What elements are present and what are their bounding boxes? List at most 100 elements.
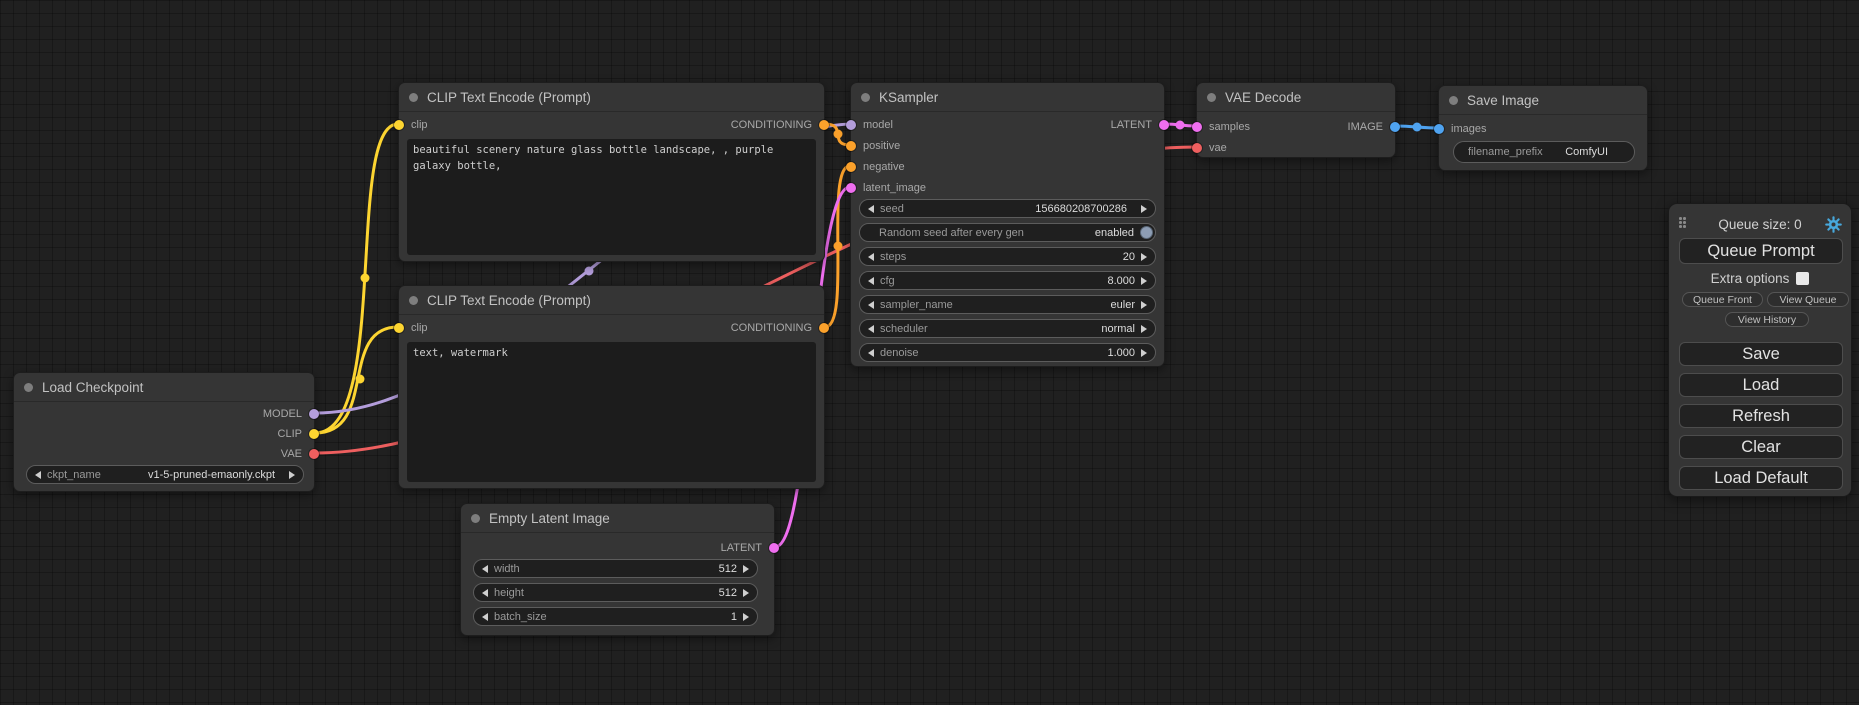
increment-arrow-icon[interactable] <box>1141 325 1147 333</box>
increment-arrow-icon[interactable] <box>1141 253 1147 261</box>
conditioning-output-dot[interactable] <box>819 323 829 333</box>
refresh-button[interactable]: Refresh <box>1679 404 1843 428</box>
node-title: Load Checkpoint <box>42 380 143 395</box>
node-clip-text-encode-negative[interactable]: CLIP Text Encode (Prompt) clip CONDITION… <box>398 285 825 489</box>
node-vae-decode[interactable]: VAE Decode samples vae IMAGE <box>1196 82 1396 158</box>
extra-options-checkbox[interactable] <box>1796 272 1809 285</box>
decrement-arrow-icon[interactable] <box>868 325 874 333</box>
decrement-arrow-icon[interactable] <box>868 277 874 285</box>
load-checkpoint-title-bar[interactable]: Load Checkpoint <box>14 373 314 402</box>
collapse-dot-icon[interactable] <box>24 383 33 392</box>
save-button[interactable]: Save <box>1679 342 1843 366</box>
widget-filename-prefix[interactable]: filename_prefix ComfyUI <box>1453 141 1635 163</box>
queue-panel-header: Queue size: 0 <box>1669 213 1851 235</box>
load-default-button[interactable]: Load Default <box>1679 466 1843 490</box>
output-slot-clip: CLIP <box>278 426 314 442</box>
vae-output-dot[interactable] <box>309 449 319 459</box>
comfyui-canvas[interactable]: { "colors": { "model": "#b39ddb", "clip"… <box>0 0 1859 705</box>
collapse-dot-icon[interactable] <box>1449 96 1458 105</box>
enabled-toggle-icon[interactable] <box>1140 226 1153 239</box>
widget-scheduler[interactable]: scheduler normal <box>859 319 1156 338</box>
view-queue-button[interactable]: View Queue <box>1767 292 1849 307</box>
latent-output-dot[interactable] <box>769 543 779 553</box>
collapse-dot-icon[interactable] <box>861 93 870 102</box>
negative-prompt-textarea[interactable]: text, watermark <box>407 342 816 482</box>
decrement-arrow-icon[interactable] <box>482 613 488 621</box>
positive-prompt-textarea[interactable]: beautiful scenery nature glass bottle la… <box>407 139 816 255</box>
queue-size-label: Queue size: 0 <box>1669 217 1851 232</box>
clip-input-dot[interactable] <box>394 323 404 333</box>
input-slot-negative: negative <box>851 159 905 175</box>
node-empty-latent-image[interactable]: Empty Latent Image LATENT width 512 heig… <box>460 503 775 636</box>
positive-input-dot[interactable] <box>846 141 856 151</box>
images-input-dot[interactable] <box>1434 124 1444 134</box>
load-button[interactable]: Load <box>1679 373 1843 397</box>
increment-arrow-icon[interactable] <box>743 565 749 573</box>
ksampler-title-bar[interactable]: KSampler <box>851 83 1164 112</box>
increment-arrow-icon[interactable] <box>289 471 295 479</box>
input-slot-images: images <box>1439 121 1486 137</box>
view-history-button[interactable]: View History <box>1725 312 1809 327</box>
output-slot-conditioning: CONDITIONING <box>731 117 824 133</box>
increment-arrow-icon[interactable] <box>1141 349 1147 357</box>
samples-input-dot[interactable] <box>1192 122 1202 132</box>
latent-output-dot[interactable] <box>1159 120 1169 130</box>
decrement-arrow-icon[interactable] <box>482 565 488 573</box>
model-input-dot[interactable] <box>846 120 856 130</box>
widget-seed[interactable]: seed 156680208700286 <box>859 199 1156 218</box>
widget-denoise[interactable]: denoise 1.000 <box>859 343 1156 362</box>
queue-menu-panel: Queue size: 0 Queue Prompt Extra opt <box>1668 203 1852 497</box>
widget-batch-size[interactable]: batch_size 1 <box>473 607 758 626</box>
input-slot-vae: vae <box>1197 140 1227 156</box>
node-title: CLIP Text Encode (Prompt) <box>427 90 591 105</box>
decrement-arrow-icon[interactable] <box>868 205 874 213</box>
image-output-dot[interactable] <box>1390 122 1400 132</box>
queue-front-button[interactable]: Queue Front <box>1682 292 1763 307</box>
decrement-arrow-icon[interactable] <box>868 349 874 357</box>
model-output-dot[interactable] <box>309 409 319 419</box>
clear-button[interactable]: Clear <box>1679 435 1843 459</box>
node-load-checkpoint[interactable]: Load Checkpoint MODEL CLIP VAE ckpt_name… <box>13 372 315 492</box>
widget-cfg[interactable]: cfg 8.000 <box>859 271 1156 290</box>
decrement-arrow-icon[interactable] <box>868 253 874 261</box>
clip-negative-title-bar[interactable]: CLIP Text Encode (Prompt) <box>399 286 824 315</box>
settings-gear-icon[interactable] <box>1825 216 1842 238</box>
empty-latent-title-bar[interactable]: Empty Latent Image <box>461 504 774 533</box>
vae-decode-title-bar[interactable]: VAE Decode <box>1197 83 1395 112</box>
widget-steps[interactable]: steps 20 <box>859 247 1156 266</box>
latent-image-input-dot[interactable] <box>846 183 856 193</box>
node-clip-text-encode-positive[interactable]: CLIP Text Encode (Prompt) clip CONDITION… <box>398 82 825 262</box>
node-title: KSampler <box>879 90 938 105</box>
node-ksampler[interactable]: KSampler model positive negative latent_… <box>850 82 1165 367</box>
collapse-dot-icon[interactable] <box>409 296 418 305</box>
decrement-arrow-icon[interactable] <box>868 301 874 309</box>
collapse-dot-icon[interactable] <box>1207 93 1216 102</box>
increment-arrow-icon[interactable] <box>743 589 749 597</box>
clip-input-dot[interactable] <box>394 120 404 130</box>
clip-output-dot[interactable] <box>309 429 319 439</box>
decrement-arrow-icon[interactable] <box>35 471 41 479</box>
widget-sampler-name[interactable]: sampler_name euler <box>859 295 1156 314</box>
save-image-title-bar[interactable]: Save Image <box>1439 86 1647 115</box>
widget-ckpt-name[interactable]: ckpt_name v1-5-pruned-emaonly.ckpt <box>26 465 304 484</box>
collapse-dot-icon[interactable] <box>471 514 480 523</box>
input-slot-clip: clip <box>399 320 428 336</box>
increment-arrow-icon[interactable] <box>743 613 749 621</box>
conditioning-output-dot[interactable] <box>819 120 829 130</box>
widget-width[interactable]: width 512 <box>473 559 758 578</box>
clip-positive-title-bar[interactable]: CLIP Text Encode (Prompt) <box>399 83 824 112</box>
node-title: CLIP Text Encode (Prompt) <box>427 293 591 308</box>
increment-arrow-icon[interactable] <box>1141 301 1147 309</box>
output-slot-latent: LATENT <box>1111 117 1164 133</box>
extra-options-label: Extra options <box>1711 271 1790 286</box>
node-save-image[interactable]: Save Image images filename_prefix ComfyU… <box>1438 85 1648 171</box>
queue-prompt-button[interactable]: Queue Prompt <box>1679 238 1843 264</box>
decrement-arrow-icon[interactable] <box>482 589 488 597</box>
collapse-dot-icon[interactable] <box>409 93 418 102</box>
vae-input-dot[interactable] <box>1192 143 1202 153</box>
widget-height[interactable]: height 512 <box>473 583 758 602</box>
increment-arrow-icon[interactable] <box>1141 277 1147 285</box>
increment-arrow-icon[interactable] <box>1141 205 1147 213</box>
negative-input-dot[interactable] <box>846 162 856 172</box>
widget-random-seed-toggle[interactable]: Random seed after every gen enabled <box>859 223 1156 242</box>
